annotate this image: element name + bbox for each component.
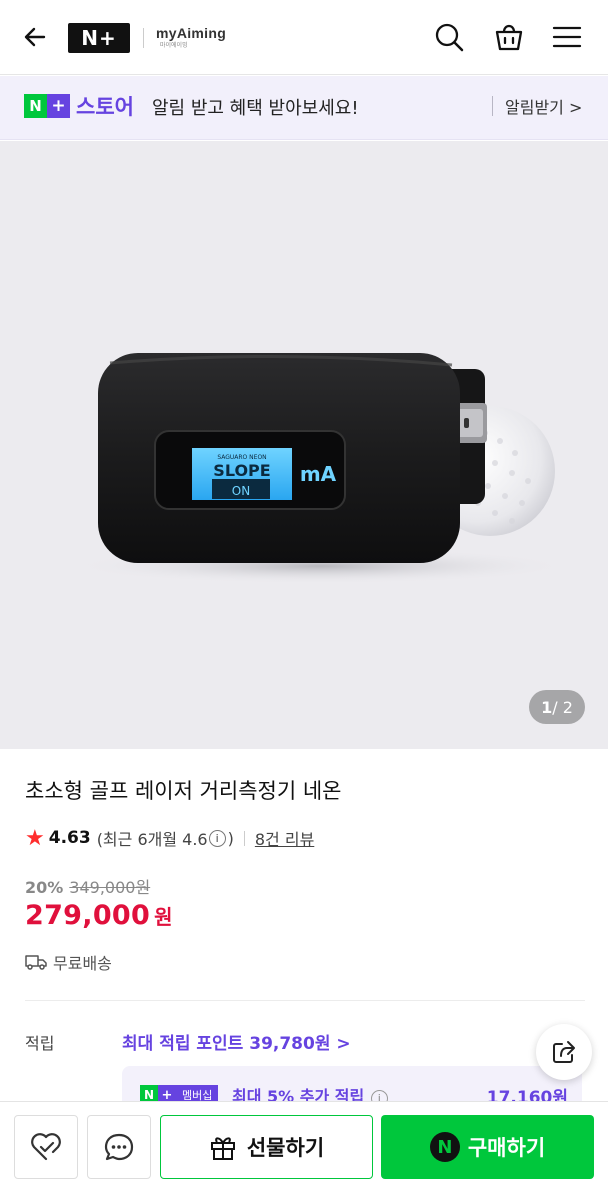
search-button[interactable] bbox=[430, 18, 468, 56]
image-counter: 1 / 2 bbox=[529, 690, 585, 724]
discount-percent: 20% bbox=[25, 878, 64, 897]
shipping-info: 무료배송 bbox=[25, 950, 112, 974]
banner-message: 알림 받고 혜택 받아보세요! bbox=[152, 98, 359, 119]
shopping-bag-icon bbox=[495, 24, 523, 51]
back-arrow-icon bbox=[24, 27, 46, 47]
brand-name: myAiming bbox=[156, 25, 227, 41]
review-count-link[interactable]: 8건 리뷰 bbox=[255, 826, 314, 850]
shipping-text: 무료배송 bbox=[53, 954, 112, 973]
back-button[interactable] bbox=[18, 20, 52, 54]
device-logo-mark: mA bbox=[300, 462, 337, 486]
header-divider bbox=[143, 28, 144, 48]
naver-plus-store-logo[interactable]: N+ bbox=[68, 23, 130, 53]
cart-button[interactable] bbox=[490, 18, 528, 56]
product-image[interactable]: SAGUARO NEON SLOPE ON mA bbox=[0, 141, 608, 749]
badge-n: N bbox=[24, 94, 47, 118]
chat-bubble-icon bbox=[104, 1133, 134, 1161]
share-icon bbox=[553, 1041, 575, 1063]
badge-plus: + bbox=[47, 94, 70, 118]
buy-button[interactable]: N 구매하기 bbox=[381, 1115, 594, 1179]
counter-current: 1 bbox=[541, 697, 553, 717]
price-amount: 279,000 bbox=[25, 900, 151, 931]
menu-icon bbox=[552, 26, 582, 48]
rating-row: ★ 4.63 (최근 6개월 4.6 i ) 8건 리뷰 bbox=[25, 825, 314, 851]
section-divider bbox=[25, 1000, 585, 1001]
max-points-link[interactable]: 최대 적립 포인트 39,780원 > bbox=[122, 1029, 351, 1054]
brand-subtitle: 마이에이밍 bbox=[160, 42, 188, 49]
device-screen-brand: SAGUARO NEON bbox=[217, 454, 266, 461]
gift-button[interactable]: 선물하기 bbox=[160, 1115, 373, 1179]
device-screen-slope: SLOPE bbox=[213, 461, 270, 480]
star-icon: ★ bbox=[25, 825, 45, 851]
points-label: 적립 bbox=[25, 1034, 55, 1053]
recent-rating-label: (최근 6개월 4.6 bbox=[96, 830, 208, 849]
subscribe-alert-link[interactable]: 알림받기 > bbox=[505, 94, 582, 118]
banner-divider bbox=[492, 96, 493, 116]
gift-label: 선물하기 bbox=[246, 1136, 325, 1160]
info-icon[interactable]: i bbox=[208, 829, 226, 847]
device-screen-on: ON bbox=[232, 484, 250, 498]
naver-plus-badge: N + bbox=[24, 94, 70, 118]
discount-row: 20% 349,000원 bbox=[25, 874, 150, 898]
search-icon bbox=[435, 23, 464, 52]
share-button[interactable] bbox=[536, 1024, 592, 1080]
counter-total: / 2 bbox=[552, 697, 573, 717]
rating-divider bbox=[243, 830, 245, 846]
rangefinder-illustration: SAGUARO NEON SLOPE ON mA bbox=[70, 353, 570, 584]
sale-price: 279,000 원 bbox=[25, 900, 172, 931]
original-price: 349,000원 bbox=[69, 878, 151, 897]
chat-button[interactable] bbox=[87, 1115, 151, 1179]
product-title: 초소형 골프 레이저 거리측정기 네온 bbox=[25, 779, 342, 803]
menu-button[interactable] bbox=[548, 18, 586, 56]
heart-check-icon bbox=[31, 1133, 61, 1161]
brand-logo[interactable]: myAiming 마이에이밍 bbox=[156, 25, 226, 53]
rating-value: 4.63 bbox=[48, 828, 91, 848]
store-label: 스토어 bbox=[76, 95, 134, 119]
top-header: N+ myAiming 마이에이밍 bbox=[0, 0, 608, 75]
npay-icon: N bbox=[429, 1132, 460, 1162]
price-unit: 원 bbox=[154, 905, 173, 929]
wishlist-button[interactable] bbox=[14, 1115, 78, 1179]
recent-rating-close: ) bbox=[227, 828, 234, 848]
truck-icon bbox=[25, 955, 47, 970]
buy-label: 구매하기 bbox=[467, 1136, 546, 1160]
gift-icon bbox=[210, 1137, 235, 1160]
